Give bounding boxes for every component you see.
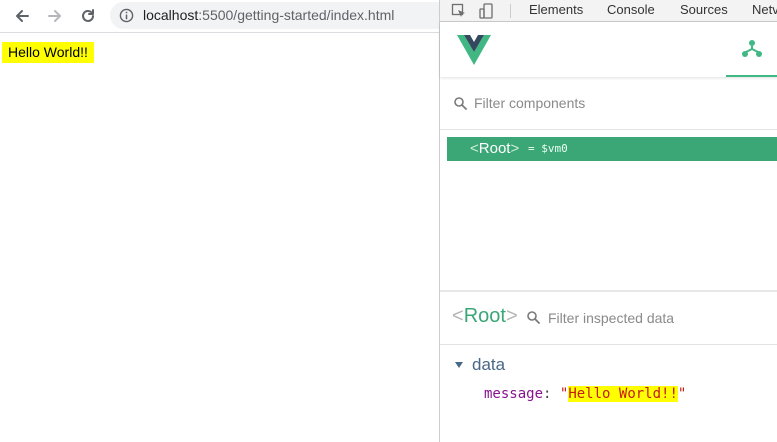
property-key: message [484,386,544,402]
vue-logo-icon [457,35,491,65]
url-path: :5500/getting-started/index.html [198,7,395,23]
search-icon [454,97,467,110]
open-bracket: < [470,140,479,157]
devtools-panel: Elements Console Sources Netv Filter com… [439,0,777,442]
back-button[interactable] [10,4,34,28]
page-content: Hello World!! [0,34,439,442]
address-bar[interactable]: localhost:5500/getting-started/index.htm… [110,2,450,29]
close-bracket: > [510,140,520,157]
browser-toolbar: localhost:5500/getting-started/index.htm… [0,0,450,33]
data-section-label[interactable]: data [472,355,505,375]
toolbar-divider [510,4,511,18]
inspected-component-name: <Root> [452,305,518,327]
reload-button[interactable] [76,4,100,28]
hello-world-text: Hello World!! [2,42,94,63]
info-icon[interactable] [119,8,134,23]
forward-arrow-icon [48,10,61,22]
component-filter: Filter components [440,78,777,130]
screen: localhost:5500/getting-started/index.htm… [0,0,777,442]
url-text[interactable]: localhost:5500/getting-started/index.htm… [143,7,394,23]
component-tree-item-root[interactable]: <Root> = $vm0 [447,137,777,161]
forward-button[interactable] [43,4,67,28]
filter-inspected-data-input[interactable]: Filter inspected data [548,310,674,326]
inspect-element-icon[interactable] [450,2,468,20]
back-arrow-icon [16,10,29,22]
component-tree-icon [742,40,762,57]
tab-elements[interactable]: Elements [529,2,583,17]
tab-sources[interactable]: Sources [680,2,728,17]
vue-devtools-header [440,22,777,77]
browser-window: localhost:5500/getting-started/index.htm… [0,0,450,442]
search-icon [527,311,540,324]
property-value: Hello World!! [568,386,678,402]
inspected-name-text: Root [463,305,506,327]
url-host: localhost [143,7,199,23]
filter-components-input[interactable]: Filter components [474,95,585,111]
device-toolbar-icon[interactable] [478,2,496,20]
tab-console[interactable]: Console [607,2,655,17]
devtools-tabbar: Elements Console Sources Netv [440,0,777,22]
caret-down-icon[interactable] [454,360,464,370]
data-property-row[interactable]: message: "Hello World!!" [484,385,686,403]
tab-network[interactable]: Netv [752,2,777,17]
component-name: Root [478,140,511,157]
reload-icon [82,9,94,22]
instance-ref: = $vm0 [528,142,568,155]
inspector-header: <Root> Filter inspected data [440,292,777,345]
data-section: data message: "Hello World!!" [440,346,777,442]
tab-components[interactable] [726,22,777,77]
component-tag: <Root> [470,140,519,157]
